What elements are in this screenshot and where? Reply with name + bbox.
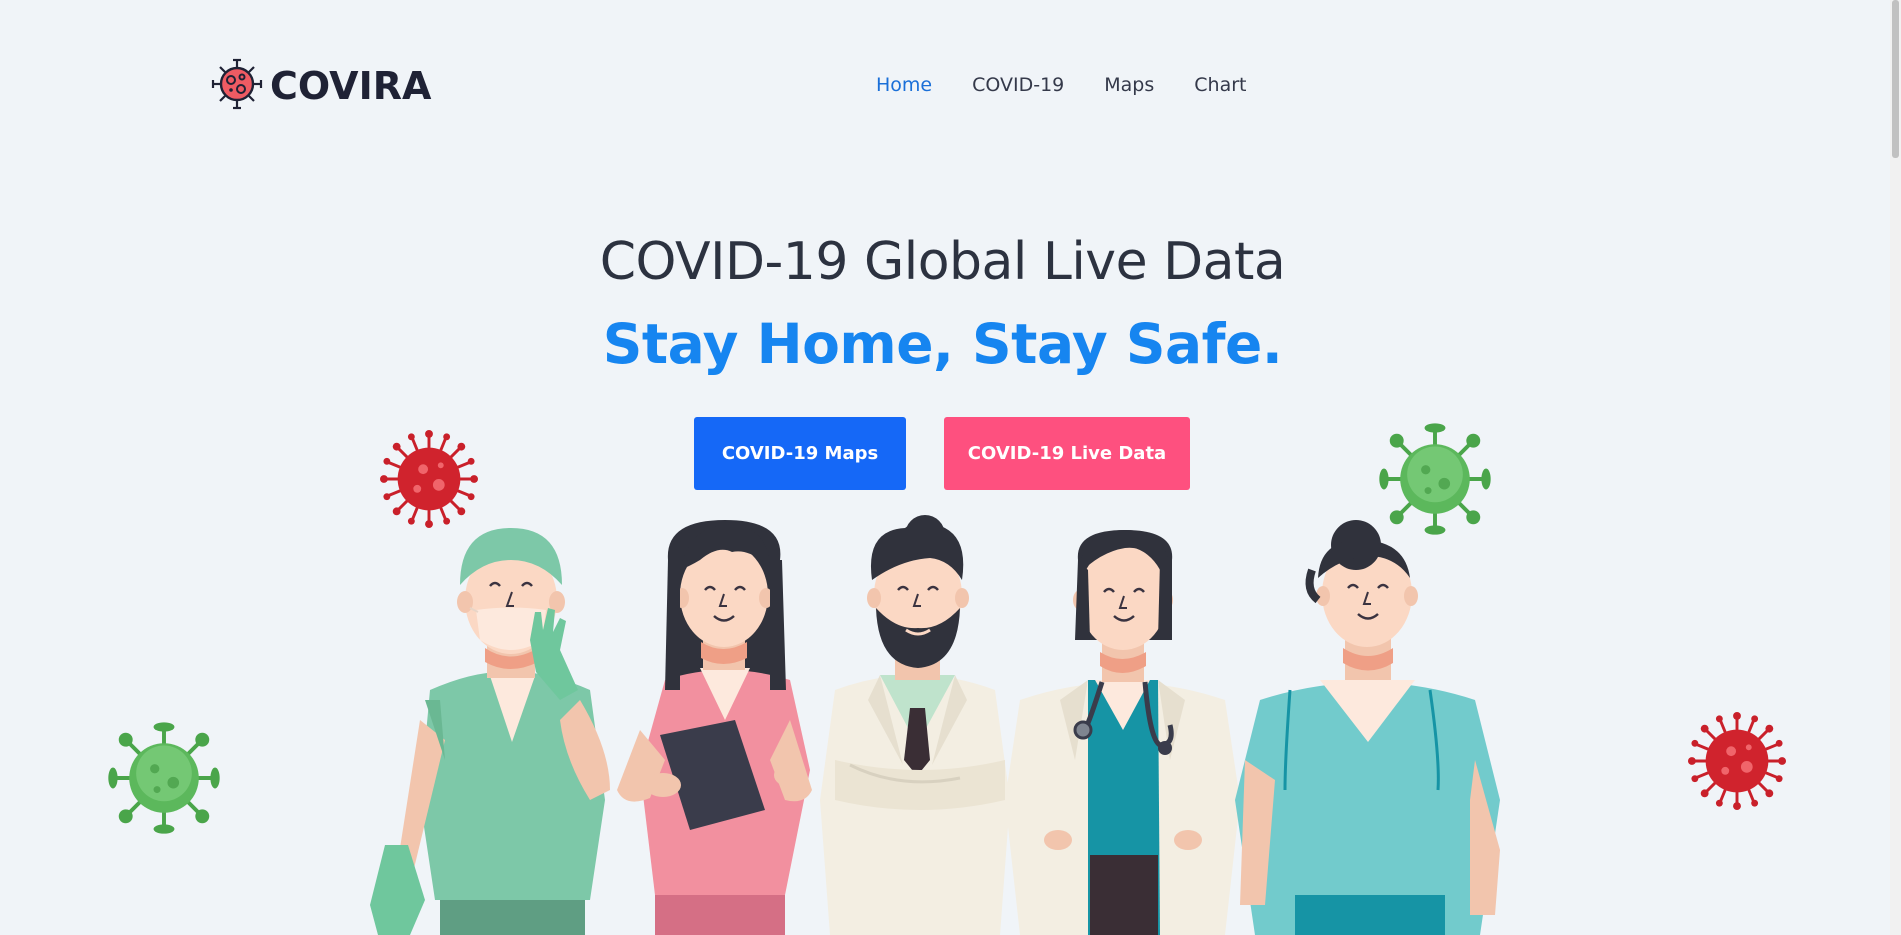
surgeon-figure bbox=[370, 528, 610, 935]
medical-staff-illustration bbox=[370, 515, 1500, 935]
scrollbar-thumb[interactable] bbox=[1892, 0, 1899, 158]
doctor-stethoscope-figure bbox=[1005, 530, 1240, 935]
doctor-beard-figure bbox=[820, 515, 1010, 935]
page: COVIRA Home COVID-19 Maps Chart COVID-19… bbox=[0, 0, 1901, 935]
nurse-teal-figure bbox=[1235, 520, 1500, 935]
scrollbar[interactable] bbox=[1890, 0, 1901, 935]
nurse-pink-figure bbox=[617, 520, 812, 935]
